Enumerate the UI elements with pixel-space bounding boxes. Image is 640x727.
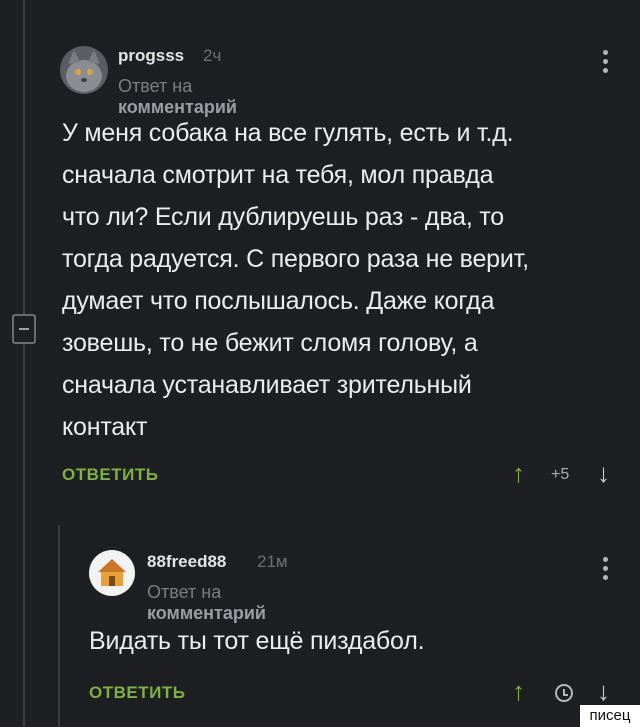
- comment-body-line: контакт: [62, 413, 148, 441]
- collapse-thread-button[interactable]: [12, 314, 36, 344]
- upvote-arrow-icon[interactable]: ↑: [512, 676, 525, 707]
- comment-body-line: тогда радуется. С первого раза не верит,: [62, 245, 529, 273]
- thread-line-nested: [58, 525, 60, 727]
- comment-time: 21м: [257, 552, 288, 571]
- reply-button[interactable]: ОТВЕТИТЬ: [62, 465, 158, 485]
- comment-body-line: сначала устанавливает зрительный: [62, 371, 472, 399]
- comment-body-line: У меня собака на все гулять, есть и т.д.: [62, 119, 514, 147]
- downvote-arrow-icon[interactable]: ↓: [597, 458, 610, 489]
- reply-prefix: Ответ на: [118, 76, 193, 96]
- comment-body-line: что ли? Если дублируешь раз - два, то: [62, 203, 504, 231]
- reply-button[interactable]: ОТВЕТИТЬ: [89, 683, 185, 703]
- comment-score: +5: [551, 466, 570, 483]
- comment-body: Видать ты тот ещё пиздабол.: [89, 627, 425, 655]
- reply-to-label: Ответ на комментарий: [147, 582, 266, 624]
- comment-body-line: зовешь, то не бежит сломя голову, а: [62, 329, 478, 357]
- comment-author[interactable]: 88freed88: [147, 552, 226, 572]
- reply-prefix: Ответ на: [147, 582, 222, 602]
- clock-icon: [555, 684, 573, 702]
- downvote-arrow-icon[interactable]: ↓: [597, 676, 610, 707]
- thread-line-root-lower: [23, 344, 25, 727]
- more-menu-icon[interactable]: [603, 50, 609, 77]
- comment-time: 2ч: [203, 46, 222, 65]
- watermark-label: писец: [580, 705, 640, 727]
- comment-thread: progsss 2ч Ответ на комментарий У меня с…: [0, 0, 640, 727]
- comment-body-line: сначала смотрит на тебя, мол правда: [62, 161, 494, 189]
- comment-body-line: думает что послышалось. Даже когда: [62, 287, 495, 315]
- more-menu-icon[interactable]: [603, 557, 609, 584]
- thread-line-root: [23, 0, 25, 314]
- comment-body: У меня собака на все гулять, есть и т.д.…: [62, 112, 632, 448]
- house-avatar-icon[interactable]: [89, 550, 135, 596]
- comment-author[interactable]: progsss: [118, 46, 184, 66]
- upvote-arrow-icon[interactable]: ↑: [512, 458, 525, 489]
- cat-avatar-icon[interactable]: [60, 46, 108, 94]
